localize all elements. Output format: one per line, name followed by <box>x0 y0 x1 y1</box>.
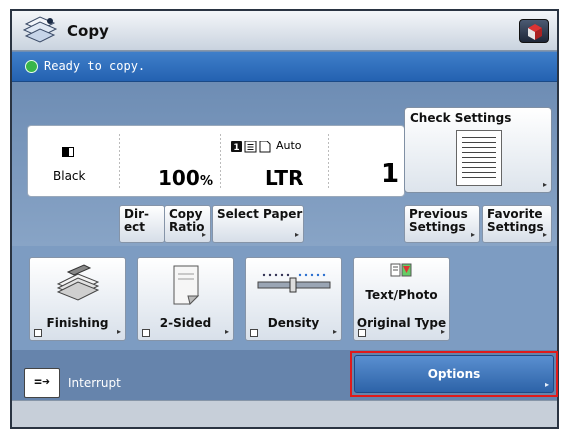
settings-marker-icon <box>358 329 366 337</box>
settings-panel: Black 100 % 1 Auto LTR 1 Check Settings <box>12 83 557 246</box>
arrow-icon: ▸ <box>544 380 549 389</box>
options-button[interactable]: Options ▸ <box>354 355 554 393</box>
copy-ratio-label: Copy Ratio <box>169 207 205 234</box>
previous-settings-button[interactable]: Previous Settings ▸ <box>404 205 480 243</box>
arrow-icon: ▸ <box>470 230 475 239</box>
copy-screen: Copy Ready to copy. Black 100 % 1 Auto L… <box>10 9 559 429</box>
previous-settings-label: Previous Settings <box>409 207 468 234</box>
check-settings-label: Check Settings <box>410 111 512 125</box>
finishing-stack-icon <box>56 264 100 301</box>
copy-count: 1 <box>381 159 400 189</box>
document-preview-icon <box>456 130 502 186</box>
density-slider-icon <box>257 273 331 293</box>
arrow-icon: ▸ <box>224 327 229 336</box>
two-sided-page-icon <box>173 265 200 305</box>
paper-source-label: Auto <box>276 139 302 152</box>
settings-marker-icon <box>142 329 150 337</box>
footer-bar <box>12 400 557 427</box>
finishing-label: Finishing <box>46 316 109 330</box>
paper-drawer-icon: 1 <box>231 141 271 153</box>
arrow-icon: ▸ <box>116 327 121 336</box>
favorite-settings-label: Favorite Settings <box>487 207 544 234</box>
options-highlight-frame: Options ▸ <box>350 351 558 397</box>
check-settings-button[interactable]: Check Settings ▸ <box>404 107 552 193</box>
paper-size-value: LTR <box>265 166 304 190</box>
finishing-button[interactable]: Finishing ▸ <box>29 257 126 341</box>
divider <box>220 134 221 190</box>
color-mode-label: Black <box>53 169 86 183</box>
home-button[interactable] <box>519 19 549 43</box>
divider <box>328 134 329 190</box>
settings-marker-icon <box>34 329 42 337</box>
color-mode-icon <box>62 147 74 157</box>
density-button[interactable]: Density ▸ <box>245 257 342 341</box>
copy-ratio-value: 100 <box>158 166 200 190</box>
interrupt-arrow-icon: =➜ <box>34 375 50 390</box>
original-type-label: Original Type <box>356 316 447 330</box>
svg-text:1: 1 <box>233 143 239 153</box>
ready-status-icon <box>25 60 38 73</box>
divider <box>119 134 120 190</box>
arrow-icon: ▸ <box>332 327 337 336</box>
bottom-bar: =➜ Interrupt Options ▸ <box>12 350 558 400</box>
title-bar: Copy <box>12 11 557 51</box>
select-paper-label: Select Paper <box>217 207 303 221</box>
two-sided-label: 2-Sided <box>159 316 212 330</box>
arrow-icon: ▸ <box>542 180 547 189</box>
copy-ratio-unit: % <box>200 174 214 189</box>
function-row: Finishing ▸ 2-Sided ▸ Density ▸ Text/Pho… <box>12 246 557 350</box>
select-paper-button[interactable]: Select Paper ▸ <box>212 205 304 243</box>
status-message: Ready to copy. <box>44 59 146 73</box>
copy-ratio-button[interactable]: Copy Ratio ▸ <box>164 205 211 243</box>
original-type-button[interactable]: Text/Photo Original Type ▸ <box>353 257 450 341</box>
arrow-icon: ▸ <box>542 230 547 239</box>
options-label: Options <box>427 367 481 381</box>
two-sided-button[interactable]: 2-Sided ▸ <box>137 257 234 341</box>
favorite-settings-button[interactable]: Favorite Settings ▸ <box>482 205 552 243</box>
direct-label: Dir- ect <box>124 207 149 234</box>
settings-marker-icon <box>250 329 258 337</box>
arrow-icon: ▸ <box>294 230 299 239</box>
density-label: Density <box>267 316 320 330</box>
home-cube-icon <box>528 24 542 40</box>
original-type-icon <box>390 263 412 277</box>
current-settings-display: Black 100 % 1 Auto LTR 1 <box>27 125 405 197</box>
original-type-value: Text/Photo <box>365 288 438 302</box>
copy-pages-icon <box>22 16 58 43</box>
interrupt-button[interactable]: =➜ <box>24 368 60 398</box>
arrow-icon: ▸ <box>440 327 445 336</box>
arrow-icon: ▸ <box>201 230 206 239</box>
direct-button[interactable]: Dir- ect <box>119 205 165 243</box>
status-bar: Ready to copy. <box>12 52 557 82</box>
page-title: Copy <box>67 22 109 40</box>
interrupt-label: Interrupt <box>68 376 121 390</box>
